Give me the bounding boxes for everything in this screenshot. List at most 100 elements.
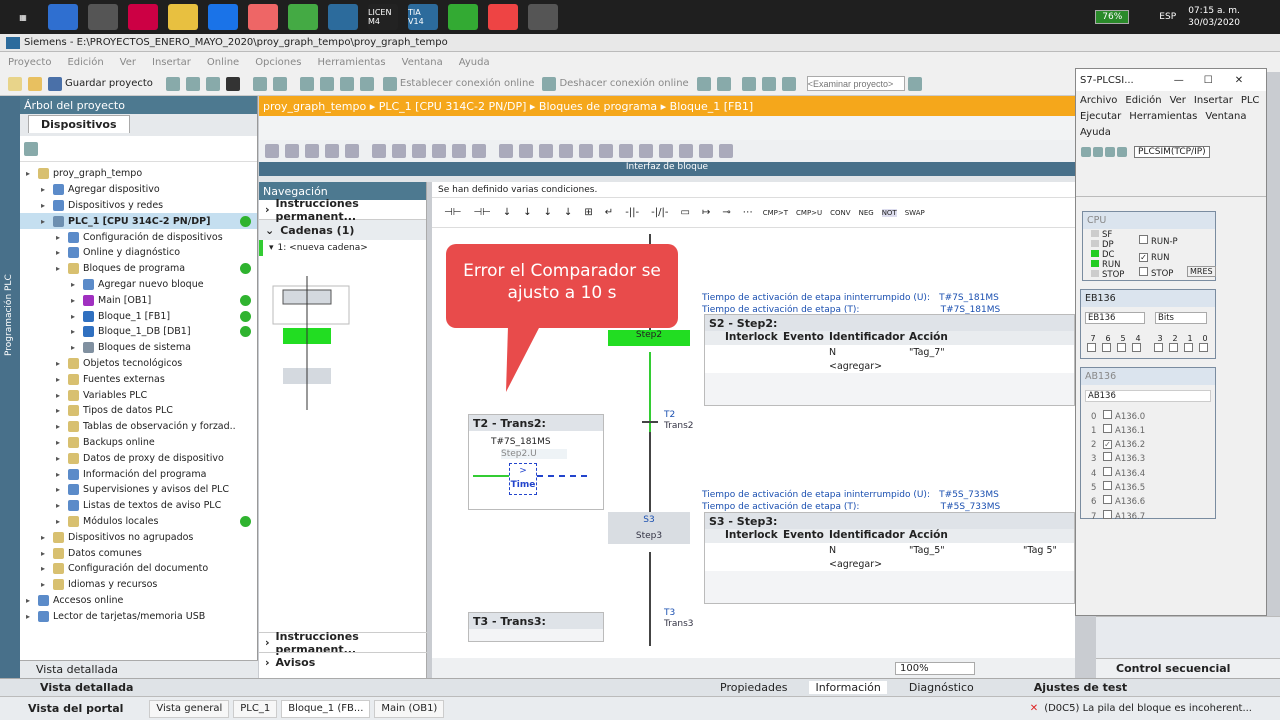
cpu-mode-option[interactable]: STOP bbox=[1139, 266, 1178, 282]
arrow-down-icon[interactable]: ↓ bbox=[564, 207, 572, 218]
plcsim-menu-item[interactable]: Ver bbox=[1170, 93, 1186, 109]
clock-time[interactable]: 07:15 a. m. bbox=[1188, 5, 1240, 17]
portal-editor-tab[interactable]: Bloque_1 (FB... bbox=[281, 699, 371, 718]
editor-tool-icon[interactable] bbox=[452, 144, 466, 158]
tree-item[interactable]: ▸ Información del programa bbox=[20, 466, 257, 482]
step2-action-row[interactable]: N "Tag_7" bbox=[705, 345, 1074, 359]
tree-item[interactable]: ▸ Idiomas y recursos bbox=[20, 577, 257, 593]
tree-item[interactable]: ▸ Datos comunes bbox=[20, 545, 257, 561]
compile-icon[interactable] bbox=[299, 76, 314, 91]
plcsim-menu-item[interactable]: Ayuda bbox=[1080, 125, 1111, 141]
step3-action-row[interactable]: N "Tag_5" "Tag 5" bbox=[705, 543, 1074, 557]
editor-tool-icon[interactable] bbox=[679, 144, 693, 158]
expand-arrow-icon[interactable]: ▸ bbox=[41, 564, 53, 573]
tree-item[interactable]: ▸ Dispositivos y redes bbox=[20, 198, 257, 214]
taskbar-app-icon[interactable] bbox=[168, 4, 198, 30]
eb-bit[interactable]: 1 bbox=[1184, 334, 1196, 354]
new-icon[interactable] bbox=[1081, 147, 1091, 157]
expand-arrow-icon[interactable]: ▸ bbox=[71, 327, 83, 336]
plcsim-menu-item[interactable]: Ventana bbox=[1205, 109, 1246, 125]
checkbox-icon[interactable] bbox=[1087, 343, 1096, 352]
expand-arrow-icon[interactable]: ▸ bbox=[56, 233, 68, 242]
menu-item[interactable]: Edición bbox=[67, 57, 103, 68]
step2-action-table[interactable]: S2 - Step2: Interlock Evento Identificador… bbox=[704, 314, 1075, 406]
parallel-icon[interactable]: ⊣⊢ bbox=[473, 207, 490, 218]
save-icon[interactable] bbox=[1105, 147, 1115, 157]
step2-action[interactable]: "Tag_7" bbox=[909, 347, 945, 358]
taskbar-app-icon[interactable] bbox=[48, 4, 78, 30]
step3-action-table[interactable]: S3 - Step3: Interlock Evento Identificador… bbox=[704, 512, 1075, 604]
editor-tool-icon[interactable] bbox=[659, 144, 673, 158]
tree-item[interactable]: ▸ Bloque_1 [FB1] bbox=[20, 308, 257, 324]
editor-tool-icon[interactable] bbox=[432, 144, 446, 158]
editor-tool-icon[interactable] bbox=[345, 144, 359, 158]
expand-arrow-icon[interactable]: ▸ bbox=[71, 343, 83, 352]
tree-item[interactable]: ▸ Agregar dispositivo bbox=[20, 182, 257, 198]
tree-item[interactable]: ▸ Configuración del documento bbox=[20, 561, 257, 577]
cpu-mode-option[interactable]: ✓ RUN bbox=[1139, 250, 1178, 266]
connection-select[interactable]: PLCSIM(TCP/IP) bbox=[1134, 146, 1210, 158]
info-tab[interactable]: Información bbox=[809, 681, 887, 694]
ab-bit-row[interactable]: 6 A136.6 bbox=[1091, 495, 1145, 509]
new-project-icon[interactable] bbox=[8, 76, 22, 91]
editor-tool-icon[interactable] bbox=[719, 144, 733, 158]
editor-tool-icon[interactable] bbox=[412, 144, 426, 158]
eb-bit[interactable]: 2 bbox=[1169, 334, 1181, 354]
editor-tool-icon[interactable] bbox=[519, 144, 533, 158]
eb-bit[interactable]: 3 bbox=[1154, 334, 1166, 354]
ab-bit-row[interactable]: 7 A136.7 bbox=[1091, 509, 1145, 524]
trans3-box[interactable]: T3 - Trans3: bbox=[468, 612, 604, 642]
menu-item[interactable]: Ayuda bbox=[459, 57, 490, 68]
trans2-network[interactable]: T#7S_181MS Step2.U > Time bbox=[469, 431, 603, 509]
expand-arrow-icon[interactable]: ▸ bbox=[56, 391, 68, 400]
checkbox-icon[interactable] bbox=[1169, 343, 1178, 352]
expand-arrow-icon[interactable]: ▸ bbox=[56, 248, 68, 257]
disconnect-online-button[interactable]: Deshacer conexión online bbox=[559, 78, 688, 89]
menu-item[interactable]: Ver bbox=[120, 57, 136, 68]
menu-item[interactable]: Online bbox=[207, 57, 239, 68]
step3-action[interactable]: "Tag_5" bbox=[909, 545, 1023, 556]
box-icon[interactable]: ▭ bbox=[680, 207, 689, 218]
tree-item[interactable]: ▸ Variables PLC bbox=[20, 387, 257, 403]
diagnostics-tab[interactable]: Diagnóstico bbox=[909, 681, 974, 694]
split-icon[interactable] bbox=[741, 76, 756, 91]
maximize-icon[interactable] bbox=[781, 76, 796, 91]
connect-online-button[interactable]: Establecer conexión online bbox=[400, 78, 535, 89]
ab-window[interactable]: AB136 AB136 0 A136.0 1 A136.1 2 ✓ A136.2 3 A136.… bbox=[1080, 367, 1216, 522]
portal-view-button[interactable]: Vista del portal bbox=[28, 702, 123, 715]
branch-icon[interactable]: ⊞ bbox=[584, 207, 592, 218]
open-project-icon[interactable] bbox=[28, 76, 42, 91]
cpu-mode-option[interactable]: RUN-P bbox=[1139, 234, 1178, 250]
eb-bit[interactable]: 0 bbox=[1199, 334, 1211, 354]
side-tab-plc-programming[interactable]: Programación PLC bbox=[0, 96, 20, 678]
step3-identifier[interactable]: N bbox=[829, 545, 909, 556]
nc-contact-icon[interactable]: -|/|- bbox=[651, 207, 668, 218]
editor-tool-icon[interactable] bbox=[579, 144, 593, 158]
editor-tool-icon[interactable] bbox=[599, 144, 613, 158]
portal-editor-tab[interactable]: PLC_1 bbox=[233, 699, 278, 718]
taskbar-app-icon[interactable] bbox=[528, 4, 558, 30]
expand-arrow-icon[interactable]: ▸ bbox=[56, 454, 68, 463]
editor-tool-icon[interactable] bbox=[539, 144, 553, 158]
checkbox-icon[interactable] bbox=[1154, 343, 1163, 352]
status-message[interactable]: (D0C5) La pila del bloque es incoherent.… bbox=[1044, 703, 1252, 714]
ab-bit-row[interactable]: 3 A136.3 bbox=[1091, 452, 1145, 466]
detail-view-bar[interactable]: Vista detallada bbox=[20, 660, 258, 678]
expand-arrow-icon[interactable]: ▸ bbox=[56, 517, 68, 526]
tree-item[interactable]: ▸ Objetos tecnológicos bbox=[20, 356, 257, 372]
ab-bit-row[interactable]: 2 ✓ A136.2 bbox=[1091, 439, 1145, 452]
devices-tab[interactable]: Dispositivos bbox=[28, 115, 130, 133]
editor-tool-icon[interactable] bbox=[285, 144, 299, 158]
checkbox-icon[interactable]: ✓ bbox=[1103, 439, 1112, 449]
ab-bit-row[interactable]: 1 A136.1 bbox=[1091, 424, 1145, 438]
chain-item[interactable]: ▾ 1: <nueva cadena> bbox=[259, 240, 426, 256]
taskbar-app-icon[interactable] bbox=[448, 4, 478, 30]
cmp-gt-button[interactable]: CMP>T bbox=[763, 209, 788, 217]
coil-icon[interactable]: ⊸ bbox=[722, 207, 730, 218]
tree-item[interactable]: ▸ Dispositivos no agrupados bbox=[20, 529, 257, 545]
download-icon[interactable] bbox=[319, 76, 334, 91]
expand-arrow-icon[interactable]: ▸ bbox=[41, 580, 53, 589]
editor-tool-icon[interactable] bbox=[325, 144, 339, 158]
expand-arrow-icon[interactable]: ▸ bbox=[41, 185, 53, 194]
arrow-down-icon[interactable]: ↓ bbox=[523, 207, 531, 218]
